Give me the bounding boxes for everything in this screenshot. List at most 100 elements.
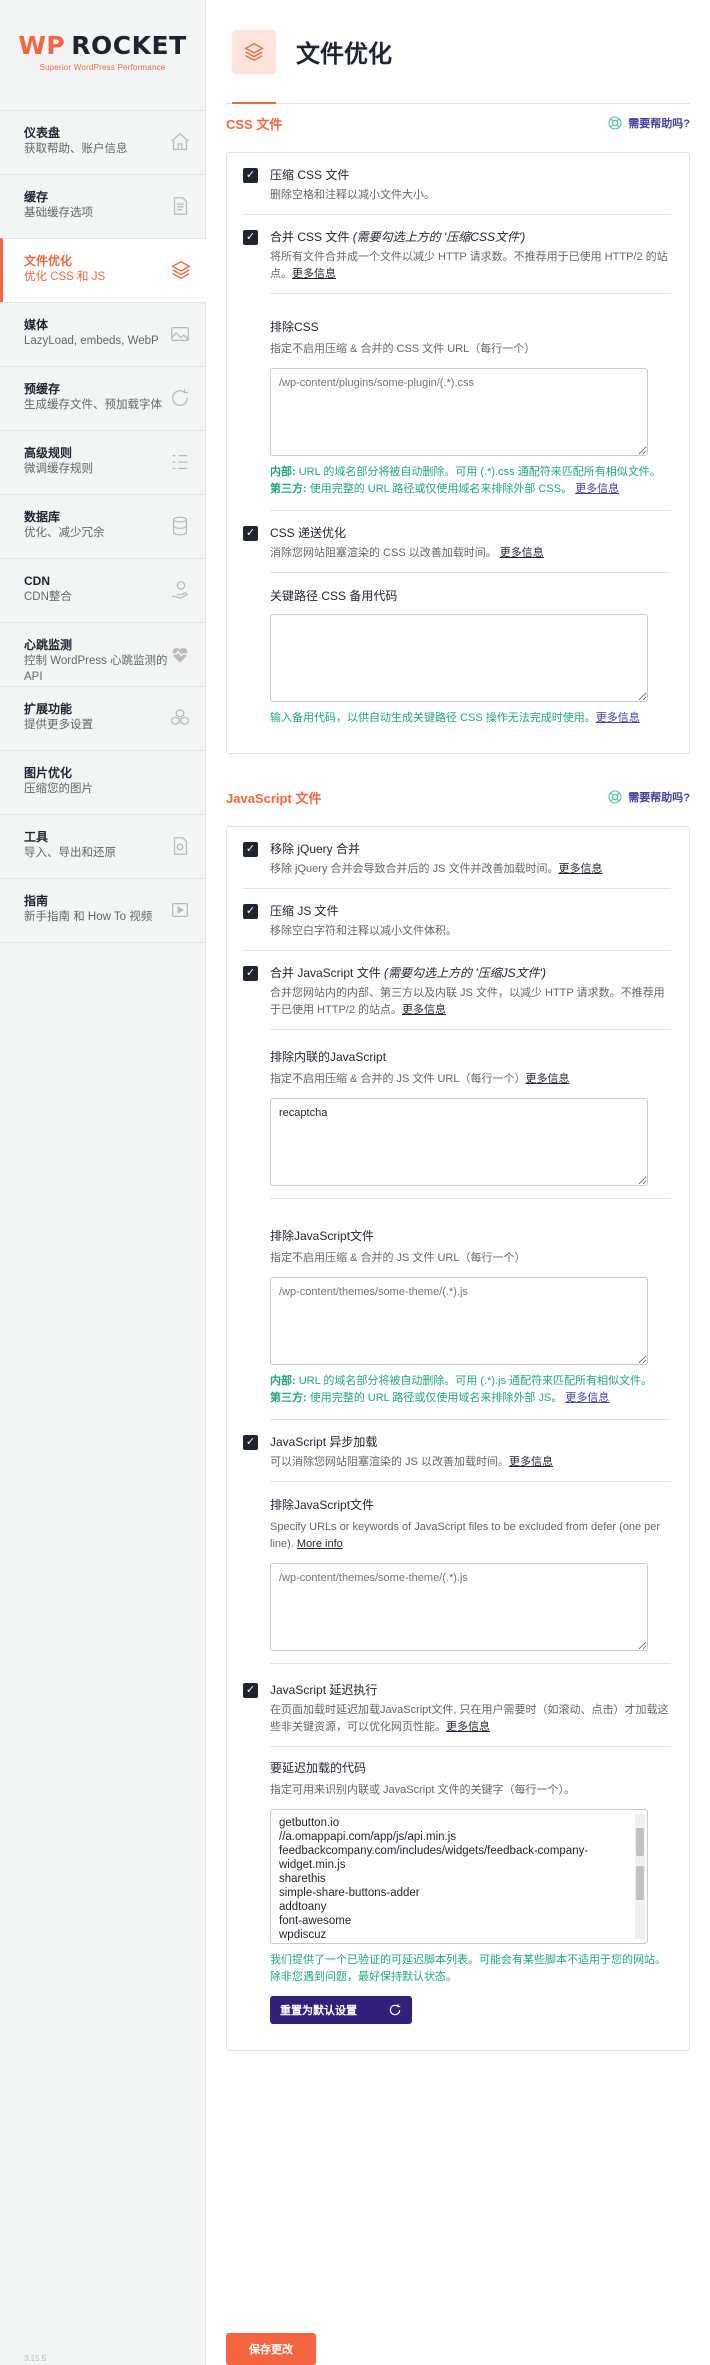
more-info-link[interactable]: 更多信息 [558,863,602,875]
delay-js-checkbox[interactable]: ✓ [243,1683,258,1698]
option-label: JavaScript 延迟执行 [270,1683,378,1697]
sidebar-item-title: 文件优化 [24,254,73,268]
sidebar-item-subtitle: 获取帮助、账户信息 [24,143,128,155]
scrollbar-thumb[interactable] [636,1866,644,1900]
more-info-link[interactable]: More info [297,1538,343,1550]
more-info-link[interactable]: 更多信息 [596,712,640,724]
more-info-link[interactable]: 更多信息 [500,547,544,559]
combine-js-checkbox[interactable]: ✓ [243,966,258,981]
save-changes-button[interactable]: 保存更改 [226,2333,316,2365]
delay-js-line: feedbackcompany.com/includes/widgets/fee… [279,1845,589,1871]
help-icon [608,116,622,130]
sidebar-item-database[interactable]: 数据库 优化、减少冗余 [0,494,205,558]
more-info-link[interactable]: 更多信息 [292,268,336,280]
sidebar-item-cache[interactable]: 缓存 基础缓存选项 [0,174,205,238]
sidebar-item-title: 指南 [24,894,49,908]
css-card: ✓ 压缩 CSS 文件 删除空格和注释以减小文件大小。 ✓ 合并 CSS 文件 … [226,152,690,754]
exclude-js-note: 内部: URL 的域名部分将被自动删除。可用 (.*).js 通配符来匹配所有相… [270,1373,671,1407]
delay-js-line: simple-share-buttons-adder [279,1887,420,1899]
sidebar-divider [0,942,205,943]
more-info-link[interactable]: 更多信息 [402,1004,446,1016]
scrollbar-thumb[interactable] [636,1828,644,1856]
option-label: CSS 递送优化 [270,526,347,540]
play-icon [172,902,188,918]
combine-css-checkbox[interactable]: ✓ [243,230,258,245]
delay-js-line: sharethis [279,1873,326,1885]
critical-css-fallback-textarea[interactable] [270,614,648,702]
critical-css-fallback-field: 关键路径 CSS 备用代码 输入备用代码，以供自动生成关键路径 CSS 操作无法… [270,572,671,739]
sidebar-item-title: 高级规则 [24,446,73,460]
sidebar-item-tutorials[interactable]: 指南 新手指南 和 How To 视频 [0,878,205,942]
help-label: 需要帮助吗? [628,792,690,804]
js-help-link[interactable]: 需要帮助吗? [607,789,690,805]
sidebar-item-title: 预缓存 [24,382,61,396]
more-info-link[interactable]: 更多信息 [575,483,619,495]
exclude-js-files-field: 排除JavaScript文件 指定不启用压缩 & 合并的 JS 文件 URL（每… [270,1199,671,1420]
exclude-js-files-textarea[interactable] [270,1277,648,1365]
reset-defaults-button[interactable]: 重置为默认设置 [270,1996,412,2024]
more-info-link[interactable]: 更多信息 [446,1721,490,1733]
sidebar-item-subtitle: 压缩您的图片 [24,783,93,795]
sidebar-item-file-optimization[interactable]: 文件优化 优化 CSS 和 JS [0,238,206,302]
scrollbar[interactable] [635,1814,645,1939]
minify-js-option: ✓ 压缩 JS 文件 移除空白字符和注释以减小文件体积。 [243,889,671,951]
remove-jquery-migrate-checkbox[interactable]: ✓ [243,842,258,857]
home-icon [171,132,189,150]
sidebar-item-image-optimization[interactable]: 图片优化 压缩您的图片 [0,750,205,814]
delay-js-option: ✓ JavaScript 延迟执行 在页面加载时延迟加载JavaScript文件… [243,1664,671,1746]
sidebar-item-subtitle: 提供更多设置 [24,719,93,731]
css-help-link[interactable]: 需要帮助吗? [607,115,690,131]
field-label: 排除JavaScript文件 [270,1229,375,1243]
css-section-title: CSS 文件 [226,116,283,132]
note-third-text: 使用完整的 URL 路径或仅使用域名来排除外部 JS。 [306,1392,563,1404]
sidebar-item-media[interactable]: 媒体 LazyLoad, embeds, WebP [0,302,205,366]
delay-js-line: font-awesome [279,1915,352,1927]
option-hint: (需要勾选上方的 '压缩JS文件') [384,966,546,980]
logo-wp: WP [18,30,66,60]
delay-js-line: wpdiscuz [279,1929,327,1941]
option-description: 消除您网站阻塞渲染的 CSS 以改善加载时间。 [270,547,497,559]
sidebar-item-addons[interactable]: 扩展功能 提供更多设置 [0,686,205,750]
delay-js-scripts-textarea[interactable]: getbutton.io //a.omappapi.com/app/js/api.… [270,1809,648,1944]
sidebar-item-subtitle: 生成缓存文件、预加载字体 [24,399,162,411]
load-js-deferred-checkbox[interactable]: ✓ [243,1435,258,1450]
logo-tagline: Superior WordPress Performance [39,62,166,72]
field-description: 指定不启用压缩 & 合并的 JS 文件 URL（每行一个） [270,1073,526,1085]
note-third-label: 第三方: [270,483,307,495]
option-description: 移除空白字符和注释以减小文件体积。 [270,925,457,937]
wp-rocket-logo[interactable]: WP ROCKET Superior WordPress Performance [0,0,205,110]
defer-exclude-textarea[interactable] [270,1563,648,1651]
critical-css-note: 输入备用代码，以供自动生成关键路径 CSS 操作无法完成时使用。更多信息 [270,710,671,727]
js-card: ✓ 移除 jQuery 合并 移除 jQuery 合并会导致合并后的 JS 文件… [226,826,690,2051]
sidebar-item-tools[interactable]: 工具 导入、导出和还原 [0,814,205,878]
option-description: 可以消除您网站阻塞渲染的 JS 以改善加载时间。 [270,1456,509,1468]
version-label: 3.15.5 [24,2354,47,2363]
option-label: 合并 CSS 文件 [270,230,350,244]
sidebar-item-preload[interactable]: 预缓存 生成缓存文件、预加载字体 [0,366,205,430]
more-info-link[interactable]: 更多信息 [525,1073,569,1085]
delay-js-note: 我们提供了一个已验证的可延迟脚本列表。可能会有某些脚本不适用于您的网站。除非您遇… [270,1954,666,1983]
logo-rocket: ROCKET [71,30,187,60]
sidebar-item-advanced-rules[interactable]: 高级规则 微调缓存规则 [0,430,205,494]
delay-js-line: getbutton.io [279,1817,340,1829]
field-description: 指定不启用压缩 & 合并的 JS 文件 URL（每行一个） [270,1252,526,1264]
note-third-text: 使用完整的 URL 路径或仅使用域名来排除外部 CSS。 [306,483,573,495]
sidebar-item-heartbeat[interactable]: 心跳监测 控制 WordPress 心跳监测的 API [0,622,205,686]
exclude-css-textarea[interactable] [270,368,648,456]
note-internal-text: URL 的域名部分将被自动删除。可用 (.*).css 通配符来匹配所有相似文件… [295,466,661,478]
sidebar-item-cdn[interactable]: CDN CDN整合 [0,558,205,622]
field-label: 关键路径 CSS 备用代码 [270,589,398,603]
more-info-link[interactable]: 更多信息 [509,1456,553,1468]
sidebar: WP ROCKET Superior WordPress Performance… [0,0,206,2365]
exclude-inline-js-textarea[interactable]: recaptcha [270,1098,648,1186]
minify-css-checkbox[interactable]: ✓ [243,168,258,183]
heart-icon [172,648,188,663]
note-internal-label: 内部: [270,1375,296,1387]
layers-icon [232,29,276,74]
option-label: 合并 JavaScript 文件 [270,966,381,980]
minify-js-checkbox[interactable]: ✓ [243,904,258,919]
sidebar-item-dashboard[interactable]: 仪表盘 获取帮助、账户信息 [0,110,205,174]
more-info-link[interactable]: 更多信息 [565,1392,609,1404]
optimize-css-delivery-checkbox[interactable]: ✓ [243,526,258,541]
option-hint: (需要勾选上方的 '压缩CSS文件') [352,230,526,244]
